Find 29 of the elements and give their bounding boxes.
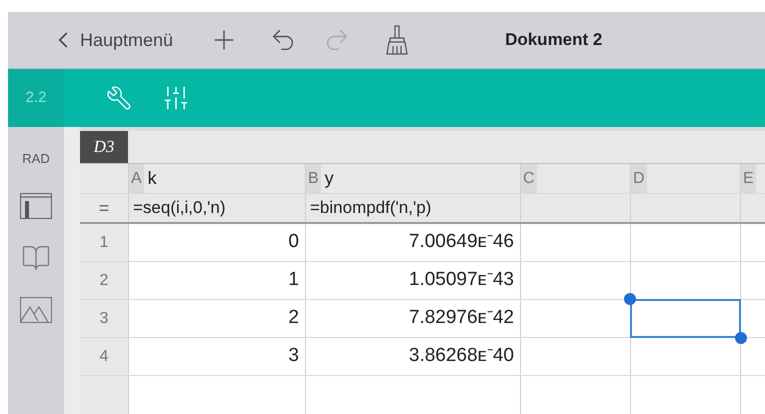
broom-icon[interactable] [385, 25, 410, 55]
formula-row-marker: = [98, 196, 110, 220]
back-button[interactable]: Hauptmenü [50, 26, 174, 54]
image-icon[interactable] [20, 296, 52, 322]
selection-handle[interactable] [735, 332, 747, 344]
row-number[interactable]: 2 [80, 262, 128, 299]
row-number[interactable]: 1 [80, 224, 128, 261]
cell-reference: D3 [80, 130, 128, 164]
row-number[interactable]: 3 [80, 300, 128, 337]
formula-cell[interactable]: =seq(i,i,0,'n) [128, 194, 305, 222]
formula-cell[interactable]: =binompdf('n,'p) [305, 194, 520, 222]
angle-mode[interactable]: RAD [22, 149, 50, 168]
table-cell[interactable]: 2 [128, 300, 305, 337]
table-cell[interactable]: 7.00649ᴇ⁻46 [305, 224, 520, 261]
table-cell[interactable]: 1 [128, 262, 305, 299]
column-header[interactable]: A k [128, 164, 305, 194]
sliders-icon[interactable] [162, 84, 190, 112]
row-number[interactable]: 4 [80, 338, 128, 375]
wrench-icon[interactable] [106, 85, 132, 111]
layout-icon[interactable] [20, 192, 52, 218]
selection-frame[interactable] [630, 299, 741, 338]
table-cell[interactable]: 3 [128, 338, 305, 375]
table-cell[interactable]: 7.82976ᴇ⁻42 [305, 300, 520, 337]
table-cell[interactable]: 3.86268ᴇ⁻40 [305, 338, 520, 375]
table-cell[interactable]: 0 [128, 224, 305, 261]
selection-handle[interactable] [624, 293, 636, 305]
column-header[interactable]: B y [305, 164, 520, 194]
table-cell[interactable]: 1.05097ᴇ⁻43 [305, 262, 520, 299]
document-title: Dokument 2 [505, 29, 602, 52]
